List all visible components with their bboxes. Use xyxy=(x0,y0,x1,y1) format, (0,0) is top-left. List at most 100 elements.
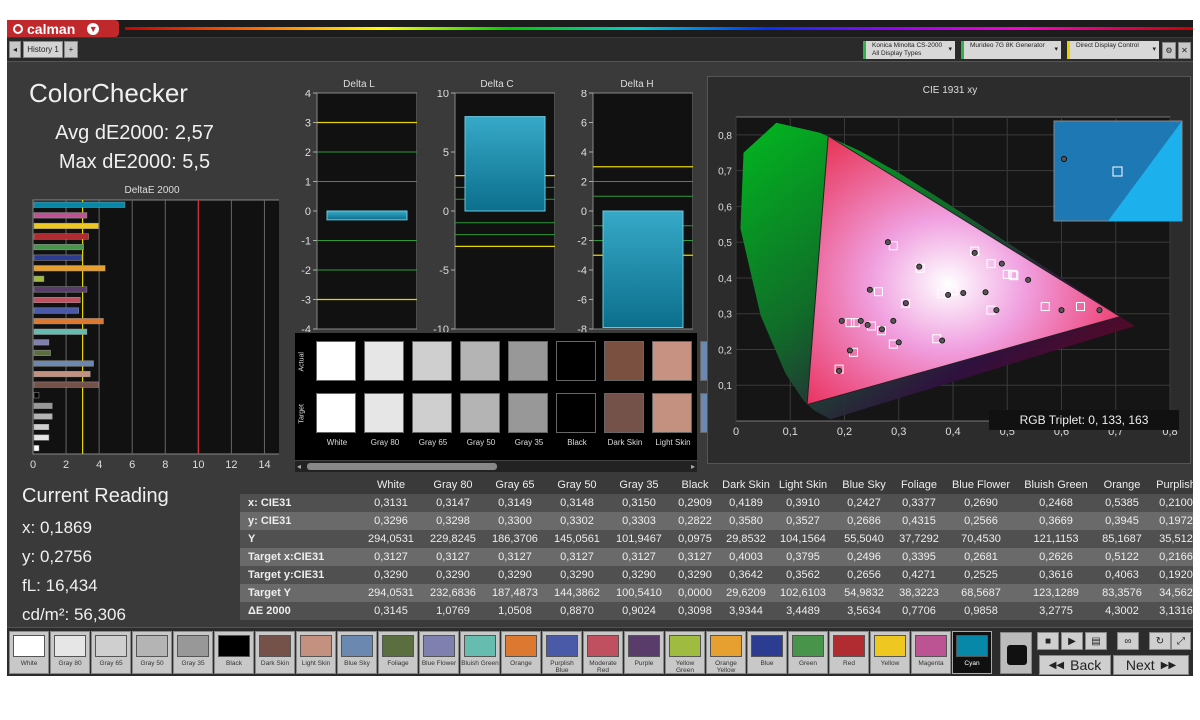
table-row: Target y:CIE31 0,3290 0,3290 0,3290 0,3290 0,… xyxy=(240,566,1193,584)
swatch-button[interactable]: White xyxy=(9,631,49,674)
table-header-row: White Gray 80 Gray 65 Gray 50 Gray 35 Black Da… xyxy=(240,476,1193,494)
swatch-button[interactable]: Blue Flower xyxy=(419,631,459,674)
table-cell: 0,3562 xyxy=(786,569,820,581)
row-label: Y xyxy=(248,533,256,545)
swatch-chip xyxy=(95,635,127,657)
scroll-right-icon[interactable]: ▸ xyxy=(691,462,695,471)
measured-point xyxy=(857,317,864,324)
history-back-button[interactable]: ◂ xyxy=(9,41,21,58)
swatch-chip xyxy=(382,635,414,657)
title-bar: calman ▼ xyxy=(7,20,1193,37)
stop-icon: ■ xyxy=(1044,635,1052,647)
table-cell: 0,2468 xyxy=(1039,497,1073,509)
swatch-button[interactable]: Black xyxy=(214,631,254,674)
table-cell: 0,3377 xyxy=(902,497,936,509)
device-display-selector[interactable]: Direct Display Control ▾ xyxy=(1067,41,1159,59)
close-button[interactable]: ✕ xyxy=(1178,42,1191,59)
swatch-button[interactable]: Foliage xyxy=(378,631,418,674)
swatch-button-label: Blue xyxy=(760,660,774,667)
swatch-button[interactable]: Blue xyxy=(747,631,787,674)
swatch-button[interactable]: Magenta xyxy=(911,631,951,674)
swatch-button[interactable]: Green xyxy=(788,631,828,674)
column-header: Foliage xyxy=(900,479,938,491)
swatch-selector-bar: ■ ▶ ▤ ∞ ↻ ⤢ ◀◀ Back Next ▶▶ White Gray 80… xyxy=(7,627,1193,676)
swatch-button[interactable]: Orange Yellow xyxy=(706,631,746,674)
swatch-button[interactable]: Cyan xyxy=(952,631,992,674)
delta-c-title: Delta C xyxy=(480,79,514,90)
add-tab-button[interactable]: + xyxy=(64,41,78,58)
swatch-button[interactable]: Light Skin xyxy=(296,631,336,674)
device-meter-selector[interactable]: Konica Minolta CS-2000 All Display Types… xyxy=(863,41,955,59)
y-tick-label: 4 xyxy=(581,147,587,159)
swatch-scrollbar[interactable]: ◂ ▸ xyxy=(295,460,697,472)
swatch-button[interactable]: Gray 35 xyxy=(173,631,213,674)
table-cell: 34,562 xyxy=(1159,587,1193,599)
play-button[interactable]: ▶ xyxy=(1061,632,1083,650)
table-cell: 0,2427 xyxy=(847,497,881,509)
swatch-button-label: Red xyxy=(843,660,855,667)
y-tick-label: 0 xyxy=(581,206,587,218)
save-button[interactable]: ▤ xyxy=(1085,632,1107,650)
table-cell: 85,1687 xyxy=(1102,533,1142,545)
calman-menu-button[interactable]: calman ▼ xyxy=(7,20,119,37)
swatch-button-label: Orange Yellow xyxy=(715,660,737,674)
avg-de2000: Avg dE2000: 2,57 xyxy=(55,122,214,144)
measured-point xyxy=(945,291,952,298)
scroll-left-icon[interactable]: ◂ xyxy=(297,462,301,471)
y-tick-label: -2 xyxy=(301,265,311,277)
device-generator-selector[interactable]: Murideo 7G 8K Generator ▾ xyxy=(961,41,1061,59)
swatch-button[interactable]: Gray 50 xyxy=(132,631,172,674)
target-label: Target xyxy=(298,404,306,424)
table-cell: 0,3300 xyxy=(498,515,532,527)
y-tick-label: 5 xyxy=(443,147,449,159)
swatch-button[interactable]: Purple xyxy=(624,631,664,674)
swatch-button[interactable]: Orange xyxy=(501,631,541,674)
deltae-bar xyxy=(33,413,53,420)
table-cell: 54,9832 xyxy=(844,587,884,599)
swatch-column: Gray 35 xyxy=(505,333,553,471)
delta-l-title: Delta L xyxy=(343,79,375,90)
tab-history-1[interactable]: History 1 xyxy=(23,41,63,58)
swatch-button[interactable]: Gray 80 xyxy=(50,631,90,674)
expand-button[interactable]: ⤢ xyxy=(1171,632,1191,650)
y-tick-label: -4 xyxy=(301,324,311,332)
swatch-chip xyxy=(341,635,373,657)
table-cell: 35,512 xyxy=(1159,533,1193,545)
stop-button[interactable] xyxy=(1000,632,1032,674)
swatch-button[interactable]: Gray 65 xyxy=(91,631,131,674)
swatch-button[interactable]: Yellow xyxy=(870,631,910,674)
stop-measure-button[interactable]: ■ xyxy=(1037,632,1059,650)
swatch-chip xyxy=(177,635,209,657)
back-button[interactable]: ◀◀ Back xyxy=(1039,655,1111,675)
settings-button[interactable]: ⚙ xyxy=(1162,42,1176,59)
table-cell: 3,2775 xyxy=(1039,605,1073,617)
table-cell: 0,2690 xyxy=(964,497,998,509)
table-cell: 4,3002 xyxy=(1105,605,1139,617)
swatch-button[interactable]: Dark Skin xyxy=(255,631,295,674)
swatch-button[interactable]: Bluish Green xyxy=(460,631,500,674)
target-swatch xyxy=(508,393,548,433)
delta-h-chart: 8 6 4 2 0 -2 -4 -6 -8 xyxy=(577,90,693,332)
x-tick-label: 0,2 xyxy=(837,426,852,438)
table-cell: 145,0561 xyxy=(554,533,600,545)
scrollbar-thumb[interactable] xyxy=(307,463,497,470)
next-button[interactable]: Next ▶▶ xyxy=(1113,655,1189,675)
table-cell: 0,3290 xyxy=(560,569,594,581)
swatch-button[interactable]: Moderate Red xyxy=(583,631,623,674)
swatch-button[interactable]: Red xyxy=(829,631,869,674)
swatch-button-label: Cyan xyxy=(964,660,980,667)
table-row: Y 294,0531 229,8245 186,3706 145,0561 101,946… xyxy=(240,530,1193,548)
deltae-bar xyxy=(33,339,50,346)
refresh-button[interactable]: ↻ xyxy=(1149,632,1171,650)
table-cell: 121,1153 xyxy=(1033,533,1079,545)
loop-button[interactable]: ∞ xyxy=(1117,632,1139,650)
cie-1931-chart: 0 0,1 0,2 0,3 0,4 0,5 0,6 0,7 0,80,10,20,30,40,5… xyxy=(718,116,1183,438)
x-tick-label: 10 xyxy=(192,459,204,471)
deltae-bar xyxy=(33,265,106,272)
swatch-button[interactable]: Purplish Blue xyxy=(542,631,582,674)
y-tick-label: -8 xyxy=(577,324,587,332)
swatch-button[interactable]: Blue Sky xyxy=(337,631,377,674)
table-cell: 0,2166 xyxy=(1159,551,1193,563)
stop-icon xyxy=(1007,645,1027,665)
swatch-button[interactable]: Yellow Green xyxy=(665,631,705,674)
